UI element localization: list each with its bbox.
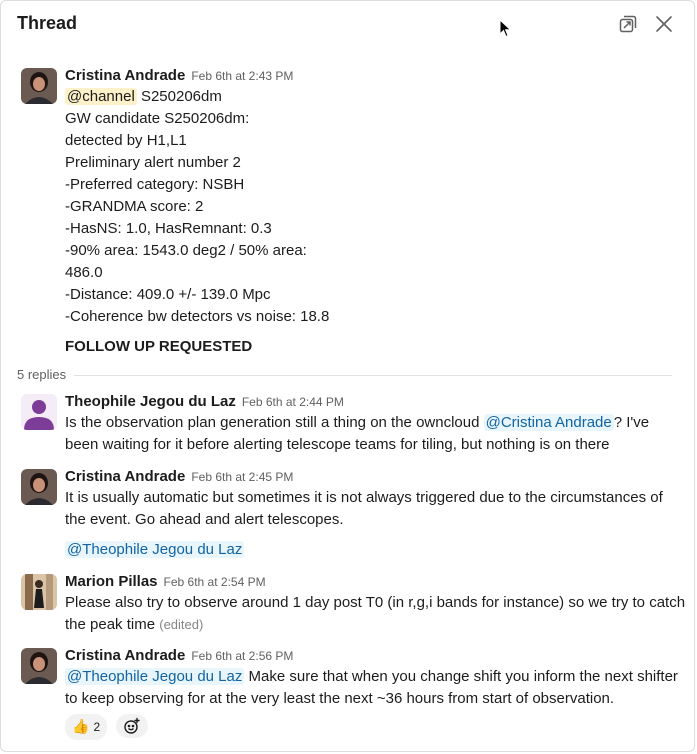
- replies-divider: 5 replies: [17, 366, 672, 386]
- message-text: the peak time: [65, 616, 156, 633]
- avatar[interactable]: [21, 68, 57, 104]
- panel-title: Thread: [17, 13, 78, 33]
- mouse-cursor-icon: [499, 19, 512, 38]
- message-author[interactable]: Cristina Andrade: [65, 468, 185, 485]
- message-line: It is usually automatic but sometimes it…: [65, 489, 663, 506]
- message-line: GW candidate S250206dm:: [65, 110, 250, 127]
- thumbs-up-icon: 👍: [72, 719, 90, 735]
- message-text: ? I've: [613, 414, 650, 431]
- open-in-new-window-button[interactable]: [616, 12, 640, 36]
- message-line: Please also try to observe around 1 day …: [65, 594, 686, 611]
- reactions-bar: 👍 2: [65, 714, 148, 740]
- avatar-photo-icon: [21, 68, 57, 104]
- reaction-thumbs-up[interactable]: 👍 2: [65, 714, 108, 740]
- message-line: -90% area: 1543.0 deg2 / 50% area:: [65, 242, 307, 259]
- message-line: Preliminary alert number 2: [65, 154, 241, 171]
- message-line: to keep observing for at the very least …: [65, 690, 615, 707]
- avatar[interactable]: [21, 469, 57, 505]
- user-mention[interactable]: @Cristina Andrade: [483, 414, 614, 431]
- reaction-count: 2: [93, 720, 101, 734]
- add-reaction-button[interactable]: [115, 714, 148, 738]
- message-author[interactable]: Cristina Andrade: [65, 67, 185, 84]
- message-timestamp[interactable]: Feb 6th at 2:43 PM: [191, 69, 293, 83]
- default-user-icon: [21, 394, 57, 430]
- message-line: -Preferred category: NSBH: [65, 176, 245, 193]
- avatar-photo-icon: [21, 469, 57, 505]
- edited-label: (edited): [159, 617, 204, 632]
- replies-count: 5 replies: [17, 367, 75, 382]
- user-mention[interactable]: @Theophile Jegou du Laz: [65, 541, 245, 558]
- message-timestamp[interactable]: Feb 6th at 2:44 PM: [242, 395, 344, 409]
- follow-up-text: FOLLOW UP REQUESTED: [65, 338, 253, 355]
- message-line: -Coherence bw detectors vs noise: 18.8: [65, 308, 330, 325]
- thread-header: Thread: [0, 0, 697, 50]
- message-line: the event. Go ahead and alert telescopes…: [65, 511, 344, 528]
- close-icon: [656, 16, 672, 32]
- message-line: detected by H1,L1: [65, 132, 187, 149]
- avatar-photo-icon: [21, 648, 57, 684]
- popout-icon: [619, 15, 637, 33]
- message-text: S250206dm: [140, 88, 222, 105]
- message-timestamp[interactable]: Feb 6th at 2:45 PM: [191, 470, 293, 484]
- avatar[interactable]: [21, 574, 57, 610]
- message-line: been waiting for it before alerting tele…: [65, 436, 610, 453]
- avatar[interactable]: [21, 394, 57, 430]
- message-author[interactable]: Cristina Andrade: [65, 647, 185, 664]
- message-line: -Distance: 409.0 +/- 139.0 Mpc: [65, 286, 271, 303]
- avatar[interactable]: [21, 648, 57, 684]
- message-author[interactable]: Marion Pillas: [65, 573, 158, 590]
- message-timestamp[interactable]: Feb 6th at 2:54 PM: [164, 575, 266, 589]
- channel-mention[interactable]: @channel: [65, 88, 137, 105]
- message-text: Is the observation plan generation still…: [65, 414, 484, 431]
- close-button[interactable]: [652, 12, 676, 36]
- message-line: -GRANDMA score: 2: [65, 198, 204, 215]
- divider: [17, 375, 672, 376]
- user-mention[interactable]: @Theophile Jegou du Laz: [65, 668, 245, 685]
- avatar-photo-icon: [21, 574, 57, 610]
- add-reaction-icon: [123, 717, 140, 734]
- message-author[interactable]: Theophile Jegou du Laz: [65, 393, 236, 410]
- message-text: Make sure that when you change shift you…: [244, 668, 678, 685]
- message-line: 486.0: [65, 264, 103, 281]
- message-timestamp[interactable]: Feb 6th at 2:56 PM: [191, 649, 293, 663]
- message-line: -HasNS: 1.0, HasRemnant: 0.3: [65, 220, 272, 237]
